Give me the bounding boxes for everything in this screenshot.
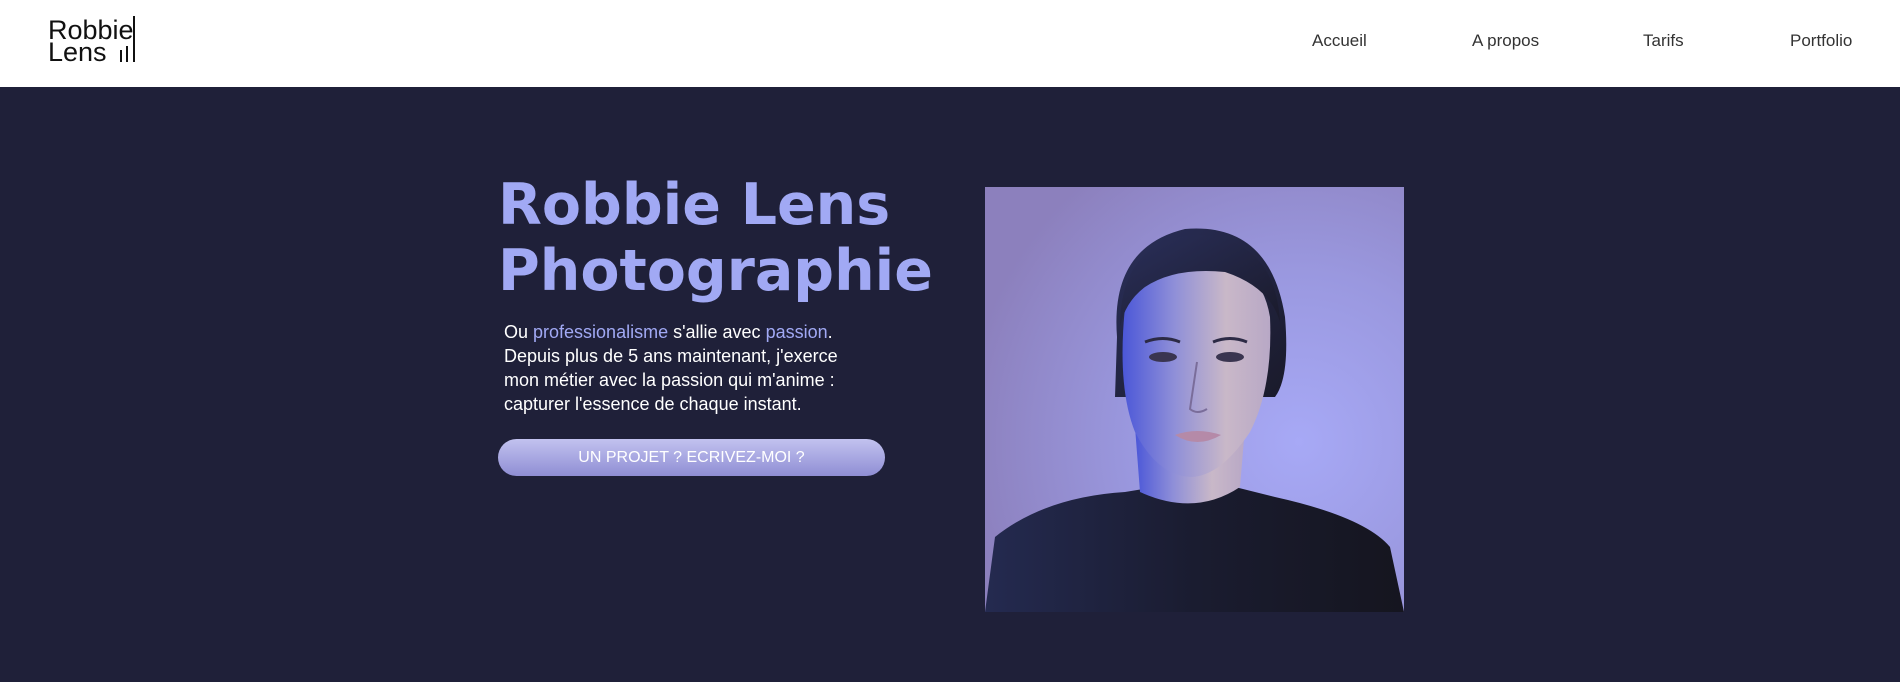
logo-text-line2: Lens xyxy=(48,37,107,67)
hero-desc-line3: mon métier avec la passion qui m'anime : xyxy=(504,370,835,390)
portrait-photo xyxy=(985,187,1404,612)
portrait-illustration xyxy=(985,187,1404,612)
desc-text: . xyxy=(827,322,833,342)
nav-item-portfolio[interactable]: Portfolio xyxy=(1790,31,1852,51)
hero-desc-line2: Depuis plus de 5 ans maintenant, j'exerc… xyxy=(504,346,838,366)
nav-item-tarifs[interactable]: Tarifs xyxy=(1643,31,1684,51)
nav-item-accueil[interactable]: Accueil xyxy=(1312,31,1367,51)
hero-title-line2: Photographie xyxy=(498,238,933,304)
nav-item-a-propos[interactable]: A propos xyxy=(1472,31,1539,51)
hero-description: Ou professionalisme s'allie avec passion… xyxy=(504,320,884,416)
logo-divider xyxy=(133,16,135,62)
desc-accent-passion: passion xyxy=(765,322,828,342)
hero-desc-line1: Ou professionalisme s'allie avec passion… xyxy=(504,320,884,344)
desc-text: s'allie avec xyxy=(668,322,766,342)
hero-title: Robbie Lens Photographie xyxy=(498,172,933,304)
site-header: Robbie Lens Accueil A propos Tarifs Port… xyxy=(0,0,1900,87)
desc-text: Ou xyxy=(504,322,534,342)
desc-accent-professionalisme: professionalisme xyxy=(533,322,669,342)
hero-desc-line4: capturer l'essence de chaque instant. xyxy=(504,394,802,414)
logo[interactable]: Robbie Lens xyxy=(48,16,138,67)
contact-cta-button[interactable]: UN PROJET ? ECRIVEZ-MOI ? xyxy=(498,439,885,476)
hero-title-line1: Robbie Lens xyxy=(498,172,891,238)
